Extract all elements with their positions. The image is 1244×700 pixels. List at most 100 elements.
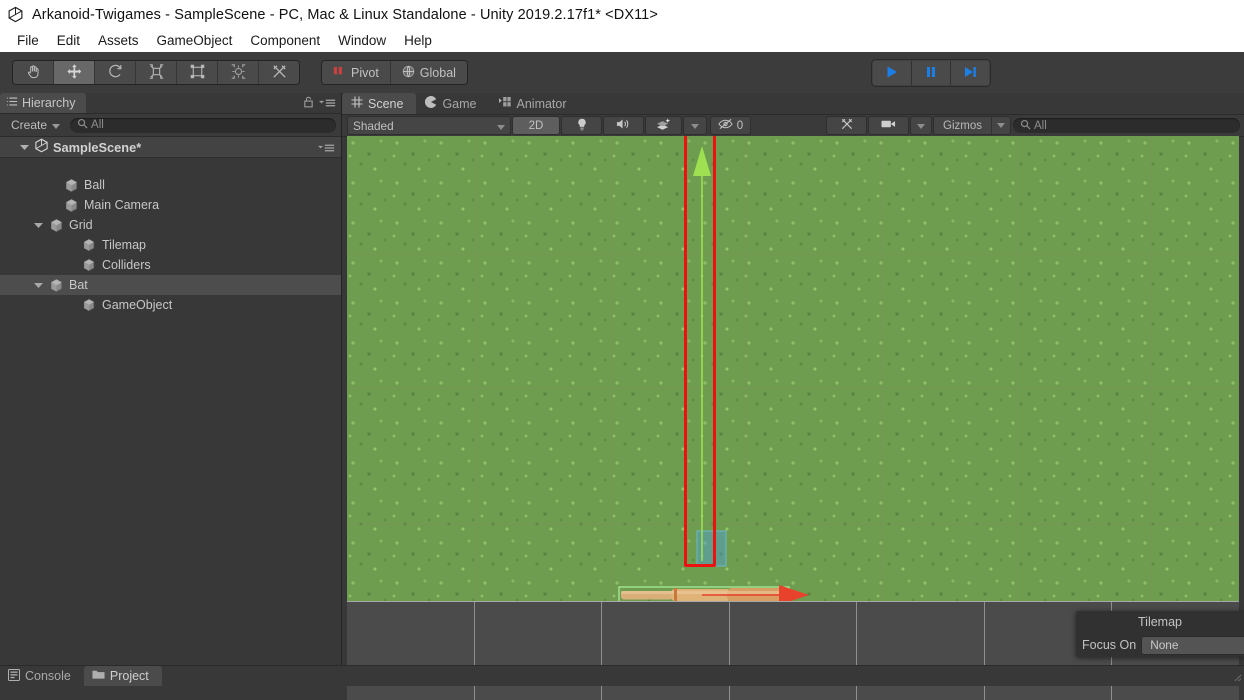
wrench-screwdriver-icon bbox=[271, 63, 288, 83]
menu-gameobject[interactable]: GameObject bbox=[148, 31, 242, 50]
scene-effects-dropdown[interactable] bbox=[684, 117, 706, 134]
hierarchy-row-ball[interactable]: Ball bbox=[0, 175, 341, 195]
hierarchy-row-label: Grid bbox=[69, 218, 93, 232]
rect-tool-button[interactable] bbox=[177, 61, 218, 84]
scene-camera-dropdown[interactable] bbox=[911, 117, 932, 134]
menu-help[interactable]: Help bbox=[395, 31, 441, 50]
pivot-center-icon bbox=[333, 65, 346, 80]
twisty-grid[interactable] bbox=[33, 220, 44, 231]
tab-project[interactable]: Project bbox=[83, 666, 162, 686]
lock-icon[interactable] bbox=[303, 96, 314, 111]
tab-game[interactable]: Game bbox=[416, 93, 489, 114]
tab-project-label: Project bbox=[109, 669, 149, 683]
play-controls-group bbox=[872, 60, 990, 86]
pivot-mode-button[interactable]: Pivot bbox=[322, 61, 391, 84]
hierarchy-row-main-camera[interactable]: Main Camera bbox=[0, 195, 341, 215]
scene-effects-toggle[interactable] bbox=[646, 117, 681, 134]
move-tool-button[interactable] bbox=[54, 61, 95, 84]
hierarchy-scene-root-row[interactable]: SampleScene* bbox=[0, 137, 341, 158]
chevron-down-icon bbox=[991, 117, 1010, 134]
hierarchy-search-placeholder: All bbox=[91, 119, 104, 131]
play-triangle-icon bbox=[884, 64, 900, 83]
tab-console[interactable]: Console bbox=[0, 666, 84, 686]
hierarchy-row-label: Tilemap bbox=[102, 238, 146, 252]
gameobject-icon bbox=[82, 258, 97, 273]
tilemap-grass-background bbox=[347, 136, 1239, 601]
scene-root-twisty[interactable] bbox=[19, 142, 30, 153]
twisty-bat[interactable] bbox=[33, 280, 44, 291]
custom-editor-tool-button[interactable] bbox=[259, 61, 299, 84]
tab-hierarchy-label: Hierarchy bbox=[22, 96, 76, 110]
step-button[interactable] bbox=[951, 61, 989, 85]
hierarchy-icon bbox=[6, 96, 18, 110]
tab-animator[interactable]: Animator bbox=[490, 93, 580, 114]
tilemap-focus-label: Focus On bbox=[1082, 638, 1137, 652]
tab-scene[interactable]: Scene bbox=[342, 93, 417, 114]
tab-hierarchy[interactable]: Hierarchy bbox=[0, 93, 86, 113]
scene-hidden-count: 0 bbox=[736, 119, 744, 132]
draw-mode-label: Shaded bbox=[353, 118, 394, 133]
rotate-icon bbox=[107, 63, 124, 83]
menu-window[interactable]: Window bbox=[329, 31, 395, 50]
scene-lighting-toggle[interactable] bbox=[562, 117, 601, 134]
scene-context-menu-icon[interactable] bbox=[318, 142, 335, 156]
gameobject-icon bbox=[82, 298, 97, 313]
scene-tools-button[interactable] bbox=[827, 117, 867, 134]
rotate-tool-button[interactable] bbox=[95, 61, 136, 84]
chevron-down-icon bbox=[497, 119, 505, 133]
gizmos-label: Gizmos bbox=[943, 119, 982, 132]
hierarchy-row-gameobject[interactable]: GameObject bbox=[0, 295, 341, 315]
panel-menu-icon[interactable] bbox=[319, 97, 336, 111]
scene-camera-button[interactable] bbox=[869, 117, 909, 134]
hand-tool-button[interactable] bbox=[13, 61, 54, 84]
scene-hidden-objects-toggle[interactable]: 0 bbox=[711, 117, 750, 134]
hierarchy-row-tilemap[interactable]: Tilemap bbox=[0, 235, 341, 255]
move-rotate-scale-icon bbox=[230, 63, 247, 83]
bottom-panel-tab-row: Console Project bbox=[0, 665, 1244, 686]
tab-scene-label: Scene bbox=[368, 96, 404, 111]
menu-file[interactable]: File bbox=[8, 31, 48, 50]
hierarchy-search-input[interactable]: All bbox=[70, 117, 336, 133]
create-button-label: Create bbox=[11, 118, 48, 132]
resize-grip-icon[interactable] bbox=[1230, 670, 1242, 685]
hierarchy-tab-icons bbox=[303, 96, 336, 111]
gameobject-icon bbox=[49, 218, 64, 233]
search-icon bbox=[77, 118, 88, 132]
tab-game-label: Game bbox=[442, 96, 477, 111]
globe-icon bbox=[402, 65, 415, 81]
menu-assets[interactable]: Assets bbox=[89, 31, 148, 50]
gizmos-dropdown[interactable]: Gizmos bbox=[934, 117, 1010, 134]
menu-edit[interactable]: Edit bbox=[48, 31, 89, 50]
tilemap-focus-row: Focus On None bbox=[1076, 633, 1244, 657]
tab-animator-label: Animator bbox=[516, 96, 567, 111]
chevron-down-icon bbox=[691, 120, 699, 132]
scene-view-toolbar: Shaded 2D 0 Gizmos All bbox=[342, 115, 1244, 137]
tilemap-overlay-panel[interactable]: Tilemap Focus On None bbox=[1076, 611, 1244, 657]
hierarchy-toolbar: Create All bbox=[0, 114, 341, 137]
play-button[interactable] bbox=[873, 61, 912, 85]
scene-grid-icon bbox=[351, 96, 363, 111]
hierarchy-scene-name: SampleScene* bbox=[53, 139, 142, 155]
pause-button[interactable] bbox=[912, 61, 951, 85]
hierarchy-row-bat[interactable]: Bat bbox=[0, 275, 341, 295]
handle-space-global-button[interactable]: Global bbox=[390, 61, 467, 84]
transform-tool-button[interactable] bbox=[218, 61, 259, 84]
tab-console-label: Console bbox=[25, 669, 71, 683]
create-button[interactable]: Create bbox=[5, 116, 66, 134]
handle-space-label: Global bbox=[419, 65, 456, 80]
tilemap-focus-dropdown[interactable]: None bbox=[1142, 636, 1244, 654]
scene-search-input[interactable]: All bbox=[1013, 118, 1240, 133]
toggle-2d-button[interactable]: 2D bbox=[513, 117, 559, 134]
hierarchy-row-label: Bat bbox=[69, 278, 88, 292]
scene-toolbar-right-group: Gizmos All bbox=[827, 117, 1240, 134]
title-bar: Arkanoid-Twigames - SampleScene - PC, Ma… bbox=[0, 0, 1244, 29]
move-arrows-icon bbox=[66, 63, 83, 83]
console-icon bbox=[8, 668, 20, 684]
menu-component[interactable]: Component bbox=[241, 31, 329, 50]
scene-audio-toggle[interactable] bbox=[604, 117, 643, 134]
draw-mode-dropdown[interactable]: Shaded bbox=[348, 117, 510, 134]
hierarchy-row-colliders[interactable]: Colliders bbox=[0, 255, 341, 275]
scale-tool-button[interactable] bbox=[136, 61, 177, 84]
speaker-icon bbox=[616, 118, 631, 133]
hierarchy-row-grid[interactable]: Grid bbox=[0, 215, 341, 235]
